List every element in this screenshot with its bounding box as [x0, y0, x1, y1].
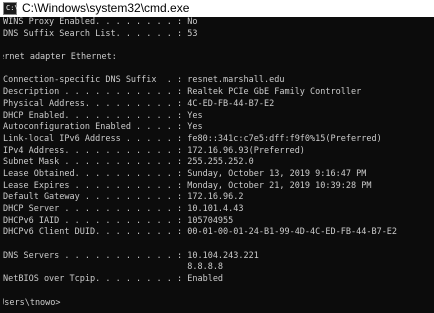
console-line: DHCP Enabled. . . . . . . . . . . : Yes	[3, 110, 203, 121]
console-line: WINS Proxy Enabled. . . . . . . . : No	[3, 17, 198, 27]
command-prompt[interactable]: \Users\tnowo>	[3, 298, 434, 310]
console-line: Connection-specific DNS Suffix . : resne…	[3, 75, 285, 86]
console-line: Default Gateway . . . . . . . . . : 172.…	[3, 192, 244, 203]
console-line: Lease Expires . . . . . . . . . . : Mond…	[3, 180, 372, 191]
console-line: DNS Servers . . . . . . . . . . . : 10.1…	[3, 250, 259, 261]
console-line: Autoconfiguration Enabled . . . . : Yes	[3, 122, 203, 133]
console-output[interactable]: WINS Proxy Enabled. . . . . . . . : No D…	[3, 17, 434, 313]
console-line: Link-local IPv6 Address . . . . . : fe80…	[3, 133, 382, 144]
console-line: Lease Obtained. . . . . . . . . . : Sund…	[3, 168, 367, 179]
console-line: IPv4 Address. . . . . . . . . . . : 172.…	[3, 145, 305, 156]
cmd-icon: C:\	[3, 2, 19, 15]
window-title: C:\Windows\system32\cmd.exe	[22, 1, 190, 15]
console-line: NetBIOS over Tcpip. . . . . . . . : Enab…	[3, 274, 224, 285]
cmd-icon-glyph: C:\	[6, 4, 19, 12]
console-line: 8.8.8.8	[3, 262, 224, 273]
console-line: DNS Suffix Search List. . . . . . : 53	[3, 28, 198, 39]
console-line: hernet adapter Ethernet:	[3, 52, 117, 63]
console-line: Physical Address. . . . . . . . . : 4C-E…	[3, 98, 275, 109]
console-line: Subnet Mask . . . . . . . . . . . : 255.…	[3, 157, 254, 168]
console-line: Description . . . . . . . . . . . : Real…	[3, 87, 362, 98]
console-line: DHCPv6 IAID . . . . . . . . . . . : 1057…	[3, 215, 234, 226]
title-bar[interactable]: C:\ C:\Windows\system32\cmd.exe	[0, 0, 434, 17]
console-line: DHCPv6 Client DUID. . . . . . . . : 00-0…	[3, 227, 398, 238]
console-line: DHCP Server . . . . . . . . . . . : 10.1…	[3, 204, 244, 214]
cmd-window: C:\ C:\Windows\system32\cmd.exe WINS Pro…	[0, 0, 434, 313]
